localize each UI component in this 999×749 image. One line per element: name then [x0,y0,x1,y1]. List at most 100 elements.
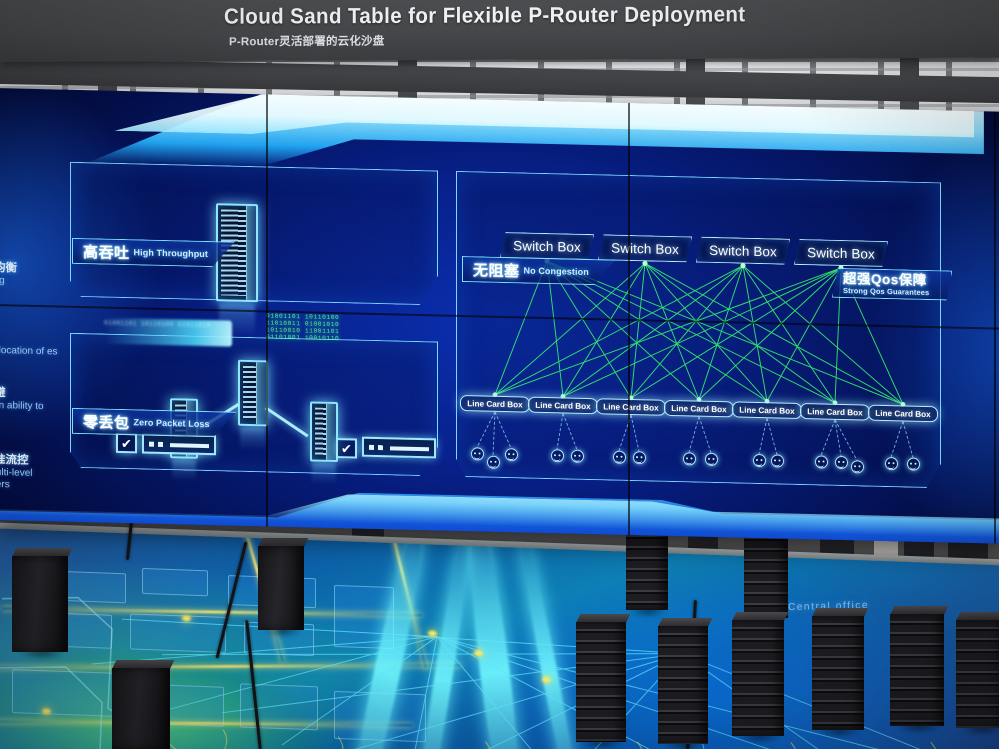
panel-no-congestion [456,171,941,488]
feature-cn: 细粒度精准流控 [0,452,29,467]
line-card-box-2[interactable]: Line Card Box [528,396,598,415]
feature-cn: 交换资源 [0,328,68,347]
rack-model [108,660,177,749]
map-hotspot [182,615,191,622]
rack-model-stacked [953,612,999,738]
rack-reflection [311,462,337,484]
badge-no-congestion: 无阻塞 No Congestion [462,256,616,286]
user-smiley-icon [504,448,518,462]
feature-en: -grained multi-level multiple users [0,466,33,491]
checkmark-icon: ✔ [336,438,357,459]
line-card-box-7[interactable]: Line Card Box [868,404,938,423]
blade-device-icon [362,436,436,459]
user-smiley-icon [906,457,920,471]
switch-box-3[interactable]: Switch Box [696,237,790,265]
feature-item: 发 rey 更快、更均衡 ad balancing [0,225,68,289]
feature-en: transmission ability to avoid [0,398,44,413]
page-title: Cloud Sand Table for Flexible P-Router D… [224,2,746,29]
server-rack-icon [238,359,268,451]
feature-en: ntelligent allocation of es [0,344,58,358]
badge-cn: 无阻塞 [473,261,520,280]
user-smiley-icon [884,456,898,471]
badge-zero-packet-loss: 零丢包 Zero Packet Loss [72,408,237,438]
rack-model-stacked [573,614,632,749]
user-smiley-icon [770,454,784,468]
map-block [12,669,122,718]
rack-face [732,620,784,736]
line-card-box-3[interactable]: Line Card Box [596,398,666,416]
rack-reflection [239,427,267,451]
rack-face [956,620,999,728]
page-subtitle: P-Router灵活部署的云化沙盘 [229,35,385,49]
badge-en: Strong Qos Guarantees [843,285,930,297]
user-smiley-icon [470,447,484,461]
user-smiley-icon [850,460,864,474]
rack-side [246,205,257,301]
feature-en: ad balancing [0,274,5,287]
rack-model-stacked [808,608,871,740]
user-smiley-icon [570,449,584,463]
user-smiley-icon [682,452,696,466]
light-trail [515,535,585,749]
rack-face [258,546,304,630]
line-card-box-6[interactable]: Line Card Box [800,402,870,421]
rack-face [626,528,668,610]
badge-qos-guarantee: 超强Qos保障 Strong Qos Guarantees [832,268,952,301]
feature-item: ent 细粒度精准流控 -grained multi-level multipl… [0,432,68,493]
map-block [130,613,226,653]
user-smiley-icon [486,455,500,469]
rack-model-stacked [728,612,791,746]
rack-face [658,626,708,744]
switch-box-4[interactable]: Switch Box [794,239,888,267]
rack-face [890,614,944,726]
user-smiley-icon [834,455,848,470]
user-smiley-icon [704,452,718,467]
map-block [142,567,208,597]
feature-item: trol 能力、躲避 transmission ability to avoid [0,365,68,426]
badge-cn: 高吞吐 [83,243,130,262]
feature-cn: 能力、躲避 [0,385,6,400]
line-card-box-1[interactable]: Line Card Box [460,394,530,413]
badge-en: No Congestion [523,265,589,278]
rack-face [576,622,626,742]
badge-en: High Throughput [133,247,208,260]
rack-body [310,401,338,463]
map-ripple [413,717,497,749]
rack-model-stacked [886,606,951,736]
user-smiley-icon [632,451,646,465]
outbound-data-stream: 01001101 10110100 11010011 01001010 1011… [266,312,340,343]
map-hotspot [428,630,437,637]
switch-box-1[interactable]: Switch Box [500,232,594,260]
rack-reflection [171,459,197,481]
map-hotspot [474,650,483,657]
line-card-box-4[interactable]: Line Card Box [664,399,734,418]
map-hotspot [42,708,51,715]
badge-high-throughput: 高吞吐 High Throughput [72,238,235,268]
rack-reflection [218,303,256,338]
badge-en: Zero Packet Loss [133,417,210,430]
led-video-wall: 发 rey 更快、更均衡 ad balancing 度 uling 交换资源 n… [0,88,999,544]
switch-box-2[interactable]: Switch Box [598,234,692,262]
inbound-data-stream [104,317,232,347]
rack-face [812,616,864,730]
rack-model [8,548,75,662]
left-feature-column: 发 rey 更快、更均衡 ad balancing 度 uling 交换资源 n… [0,225,68,544]
rack-face [12,556,68,652]
rack-face [744,530,788,618]
checkmark-icon: ✔ [116,432,137,454]
user-smiley-icon [550,449,564,463]
user-smiley-icon [752,453,766,468]
rack-model [255,538,310,640]
light-trail [461,528,529,749]
screenshot-root: Cloud Sand Table for Flexible P-Router D… [0,0,999,749]
header-text-group: Cloud Sand Table for Flexible P-Router D… [224,2,824,58]
badge-cn: 零丢包 [83,413,130,432]
user-smiley-icon [612,450,626,464]
rack-model-stacked [655,618,714,749]
feature-cn: 更快、更均衡 [0,260,17,275]
rack-body [238,359,268,427]
line-card-box-5[interactable]: Line Card Box [732,401,802,420]
map-hotspot [542,676,551,683]
user-smiley-icon [814,455,828,469]
rack-face [112,668,170,749]
